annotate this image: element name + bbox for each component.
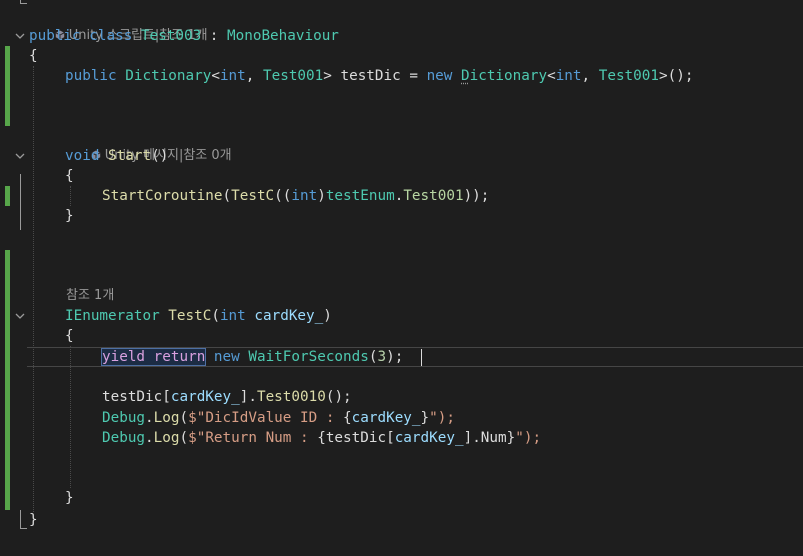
- collapse-bracket-end: [20, 0, 27, 4]
- code-line-current[interactable]: yield return new WaitForSeconds(3);: [0, 347, 803, 367]
- code-line[interactable]: IEnumerator TestC(int cardKey_): [0, 306, 803, 326]
- chevron-down-icon[interactable]: [14, 30, 26, 42]
- code-text: testDic[cardKey_].Test0010();: [102, 389, 352, 405]
- code-line[interactable]: }: [0, 488, 803, 508]
- code-text: public class Test003 : MonoBehaviour: [29, 28, 339, 44]
- text-caret: [421, 349, 422, 366]
- code-line[interactable]: {: [0, 326, 803, 346]
- codelens-line: Unity 메시지|참조 0개: [0, 126, 803, 163]
- chevron-down-icon[interactable]: [14, 150, 26, 162]
- chevron-down-icon[interactable]: [14, 310, 26, 322]
- code-text: void Start(): [65, 148, 169, 164]
- yield-return-highlight: yield return: [100, 348, 207, 366]
- code-line[interactable]: public Dictionary<int, Test001> testDic …: [0, 66, 803, 86]
- codelens-testc-references[interactable]: 참조 1개: [66, 286, 114, 306]
- codelens-line: Unity 스크립트|참조 1개: [0, 6, 803, 43]
- dictionary-suggestion: D: [461, 68, 470, 84]
- code-line[interactable]: StartCoroutine(TestC((int)testEnum.Test0…: [0, 186, 803, 206]
- code-text: }: [65, 490, 74, 506]
- code-line[interactable]: Debug.Log($"Return Num : {testDic[cardKe…: [0, 428, 803, 448]
- code-text: Debug.Log($"Return Num : {testDic[cardKe…: [102, 430, 542, 446]
- codelens-line: 참조 1개: [0, 286, 803, 306]
- code-line[interactable]: }: [0, 510, 803, 530]
- code-line[interactable]: void Start(): [0, 146, 803, 166]
- code-text: }: [29, 512, 38, 528]
- code-line[interactable]: public class Test003 : MonoBehaviour: [0, 26, 803, 46]
- code-text: public Dictionary<int, Test001> testDic …: [65, 68, 694, 84]
- code-text: {: [65, 328, 74, 344]
- code-text: StartCoroutine(TestC((int)testEnum.Test0…: [102, 188, 490, 204]
- code-text: {: [29, 48, 38, 64]
- code-line[interactable]: }: [0, 206, 803, 226]
- code-line[interactable]: {: [0, 166, 803, 186]
- code-line[interactable]: testDic[cardKey_].Test0010();: [0, 387, 803, 407]
- code-line[interactable]: {: [0, 46, 803, 66]
- code-text: Debug.Log($"DicIdValue ID : {cardKey_}")…: [102, 410, 455, 426]
- code-text: {: [65, 168, 74, 184]
- code-text: yield return new WaitForSeconds(3);: [100, 348, 404, 366]
- code-text: IEnumerator TestC(int cardKey_): [65, 308, 332, 324]
- code-line[interactable]: Debug.Log($"DicIdValue ID : {cardKey_}")…: [0, 408, 803, 428]
- code-text: }: [65, 208, 74, 224]
- code-editor[interactable]: Unity 스크립트|참조 1개 public class Test003 : …: [0, 0, 803, 556]
